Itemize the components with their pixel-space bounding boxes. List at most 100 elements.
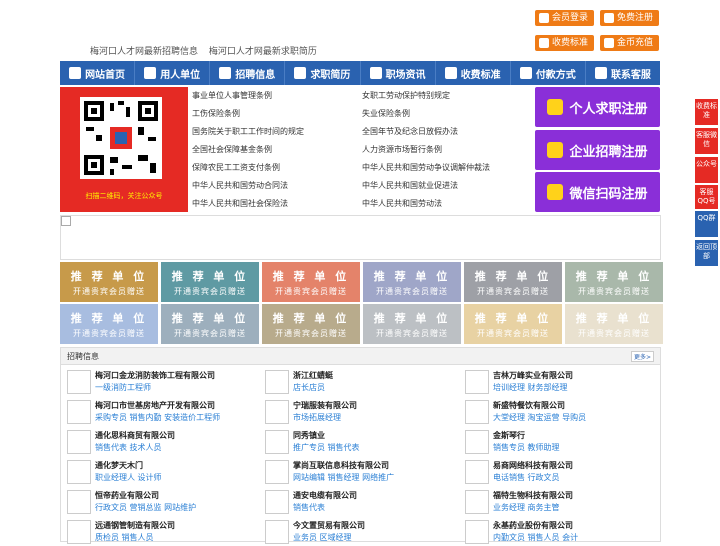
- recommended-employer-tile[interactable]: 推 荐 单 位开通贵宾会员赠送: [161, 262, 259, 302]
- company-jobs[interactable]: 行政文员 营销总监 网站维护: [95, 502, 196, 513]
- law-link[interactable]: 工伤保险条例: [192, 105, 362, 123]
- law-link[interactable]: 中华人民共和国劳动法: [362, 195, 532, 213]
- company-jobs[interactable]: 推广专员 销售代表: [293, 442, 360, 453]
- company-item[interactable]: 通化思科商贸有限公司 销售代表 技术人员: [63, 428, 258, 456]
- company-item[interactable]: 易商网络科技有限公司 电话销售 行政文员: [461, 458, 656, 486]
- company-jobs[interactable]: 电话销售 行政文员: [493, 472, 560, 483]
- company-name[interactable]: 福特生物科技有限公司: [493, 490, 573, 501]
- sidebar-item[interactable]: 客服微信: [695, 128, 718, 154]
- company-jobs[interactable]: 职业经理人 设计师: [95, 472, 162, 483]
- company-item[interactable]: 金斯琴行 销售专员 教师助理: [461, 428, 656, 456]
- sidebar-item[interactable]: 返回顶部: [695, 240, 718, 266]
- company-jobs[interactable]: 网站编辑 销售经理 网络推广: [293, 472, 394, 483]
- company-jobs[interactable]: 采购专员 销售内勤 安装造价工程师: [95, 412, 220, 423]
- company-name[interactable]: 远通钢管制造有限公司: [95, 520, 175, 531]
- company-item[interactable]: 掌尚互联信息科技有限公司 网站编辑 销售经理 网络推广: [261, 458, 456, 486]
- company-name[interactable]: 永基药业股份有限公司: [493, 520, 573, 531]
- sidebar-item[interactable]: QQ群: [695, 211, 718, 237]
- law-link[interactable]: 中华人民共和国劳动合同法: [192, 177, 362, 195]
- company-item[interactable]: 宁瑞服装有限公司 市场拓展经理: [261, 398, 456, 426]
- company-item[interactable]: 永基药业股份有限公司 内勤文员 销售人员 会计: [461, 518, 656, 546]
- company-item[interactable]: 同秀镇业 推广专员 销售代表: [261, 428, 456, 456]
- law-link[interactable]: 全国年节及纪念日放假办法: [362, 123, 532, 141]
- company-jobs[interactable]: 大堂经理 淘宝运营 导购员: [493, 412, 586, 423]
- company-name[interactable]: 金斯琴行: [493, 430, 525, 441]
- company-name[interactable]: 通化梦天木门: [95, 460, 143, 471]
- company-item[interactable]: 恒帝药业有限公司 行政文员 营销总监 网站维护: [63, 488, 258, 516]
- company-jobs[interactable]: 销售代表 技术人员: [95, 442, 162, 453]
- company-item[interactable]: 梅河口金龙消防装饰工程有限公司 一级消防工程师: [63, 368, 258, 396]
- banner-image[interactable]: [60, 215, 661, 260]
- company-item[interactable]: 梅河口市世基房地产开发有限公司 采购专员 销售内勤 安装造价工程师: [63, 398, 258, 426]
- company-jobs[interactable]: 质检员 销售人员: [95, 532, 154, 543]
- register-button[interactable]: 免费注册: [600, 10, 660, 26]
- company-item[interactable]: 今文置贸易有限公司 业务员 区域经理: [261, 518, 456, 546]
- login-button[interactable]: 会员登录: [535, 10, 595, 26]
- law-link[interactable]: 全国社会保障基金条例: [192, 141, 362, 159]
- recommended-employer-tile[interactable]: 推 荐 单 位开通贵宾会员赠送: [363, 262, 461, 302]
- company-jobs[interactable]: 市场拓展经理: [293, 412, 341, 423]
- recommended-employer-tile[interactable]: 推 荐 单 位开通贵宾会员赠送: [262, 262, 360, 302]
- company-item[interactable]: 新盛特餐饮有限公司 大堂经理 淘宝运营 导购员: [461, 398, 656, 426]
- company-name[interactable]: 恒帝药业有限公司: [95, 490, 159, 501]
- law-link[interactable]: 中华人民共和国社会保险法: [192, 195, 362, 213]
- company-item[interactable]: 浙江红蜻蜓 店长店员: [261, 368, 456, 396]
- nav-news[interactable]: 职场资讯: [361, 61, 436, 85]
- law-link[interactable]: 中华人民共和国就业促进法: [362, 177, 532, 195]
- more-link[interactable]: 更多>: [630, 351, 654, 362]
- recommended-employer-tile[interactable]: 推 荐 单 位开通贵宾会员赠送: [161, 304, 259, 344]
- company-name[interactable]: 掌尚互联信息科技有限公司: [293, 460, 389, 471]
- nav-employers[interactable]: 用人单位: [135, 61, 211, 85]
- sidebar-item[interactable]: 收费标准: [695, 99, 718, 125]
- recommended-employer-tile[interactable]: 推 荐 单 位开通贵宾会员赠送: [262, 304, 360, 344]
- latest-jobs-link[interactable]: 梅河口人才网最新招聘信息: [90, 47, 198, 57]
- company-item[interactable]: 通安电缆有限公司 销售代表: [261, 488, 456, 516]
- personal-register-button[interactable]: 个人求职注册: [535, 87, 660, 127]
- company-name[interactable]: 通安电缆有限公司: [293, 490, 357, 501]
- company-name[interactable]: 同秀镇业: [293, 430, 325, 441]
- company-jobs[interactable]: 销售专员 教师助理: [493, 442, 560, 453]
- company-item[interactable]: 通化梦天木门 职业经理人 设计师: [63, 458, 258, 486]
- law-link[interactable]: 人力资源市场暂行条例: [362, 141, 532, 159]
- company-name[interactable]: 通化思科商贸有限公司: [95, 430, 175, 441]
- enterprise-register-button[interactable]: 企业招聘注册: [535, 130, 660, 170]
- company-jobs[interactable]: 销售代表: [293, 502, 325, 513]
- company-jobs[interactable]: 业务经理 商务主管: [493, 502, 560, 513]
- law-link[interactable]: 中华人民共和国劳动争议调解仲裁法: [362, 159, 532, 177]
- nav-home[interactable]: 网站首页: [60, 61, 136, 85]
- company-item[interactable]: 吉林万峰实业有限公司 培训经理 财务部经理: [461, 368, 656, 396]
- company-jobs[interactable]: 一级消防工程师: [95, 382, 151, 393]
- company-name[interactable]: 吉林万峰实业有限公司: [493, 370, 573, 381]
- sidebar-item[interactable]: 公众号: [695, 157, 718, 183]
- recommended-employer-tile[interactable]: 推 荐 单 位开通贵宾会员赠送: [60, 304, 158, 344]
- company-name[interactable]: 易商网络科技有限公司: [493, 460, 573, 471]
- nav-jobs[interactable]: 招聘信息: [210, 61, 286, 85]
- company-jobs[interactable]: 内勤文员 销售人员 会计: [493, 532, 578, 543]
- recommended-employer-tile[interactable]: 推 荐 单 位开通贵宾会员赠送: [565, 304, 663, 344]
- nav-resumes[interactable]: 求职简历: [285, 61, 361, 85]
- company-jobs[interactable]: 业务员 区域经理: [293, 532, 352, 543]
- law-link[interactable]: 保障农民工工资支付条例: [192, 159, 362, 177]
- law-link[interactable]: 事业单位人事管理条例: [192, 87, 362, 105]
- latest-resumes-link[interactable]: 梅河口人才网最新求职简历: [209, 47, 317, 57]
- recommended-employer-tile[interactable]: 推 荐 单 位开通贵宾会员赠送: [464, 304, 562, 344]
- law-link[interactable]: 失业保险条例: [362, 105, 532, 123]
- law-link[interactable]: 女职工劳动保护特别规定: [362, 87, 532, 105]
- company-name[interactable]: 梅河口市世基房地产开发有限公司: [95, 400, 215, 411]
- nav-contact[interactable]: 联系客服: [586, 61, 660, 85]
- recharge-button[interactable]: 金币充值: [600, 35, 660, 51]
- company-name[interactable]: 宁瑞服装有限公司: [293, 400, 357, 411]
- recommended-employer-tile[interactable]: 推 荐 单 位开通贵宾会员赠送: [363, 304, 461, 344]
- company-name[interactable]: 梅河口金龙消防装饰工程有限公司: [95, 370, 215, 381]
- company-name[interactable]: 新盛特餐饮有限公司: [493, 400, 565, 411]
- company-item[interactable]: 远通钢管制造有限公司 质检员 销售人员: [63, 518, 258, 546]
- recommended-employer-tile[interactable]: 推 荐 单 位开通贵宾会员赠送: [565, 262, 663, 302]
- sidebar-item[interactable]: 客服QQ号: [695, 185, 718, 209]
- nav-payment[interactable]: 付款方式: [511, 61, 586, 85]
- company-item[interactable]: 福特生物科技有限公司 业务经理 商务主管: [461, 488, 656, 516]
- recommended-employer-tile[interactable]: 推 荐 单 位开通贵宾会员赠送: [60, 262, 158, 302]
- recommended-employer-tile[interactable]: 推 荐 单 位开通贵宾会员赠送: [464, 262, 562, 302]
- nav-pricing[interactable]: 收费标准: [436, 61, 511, 85]
- company-name[interactable]: 浙江红蜻蜓: [293, 370, 333, 381]
- wechat-register-button[interactable]: 微信扫码注册: [535, 172, 660, 212]
